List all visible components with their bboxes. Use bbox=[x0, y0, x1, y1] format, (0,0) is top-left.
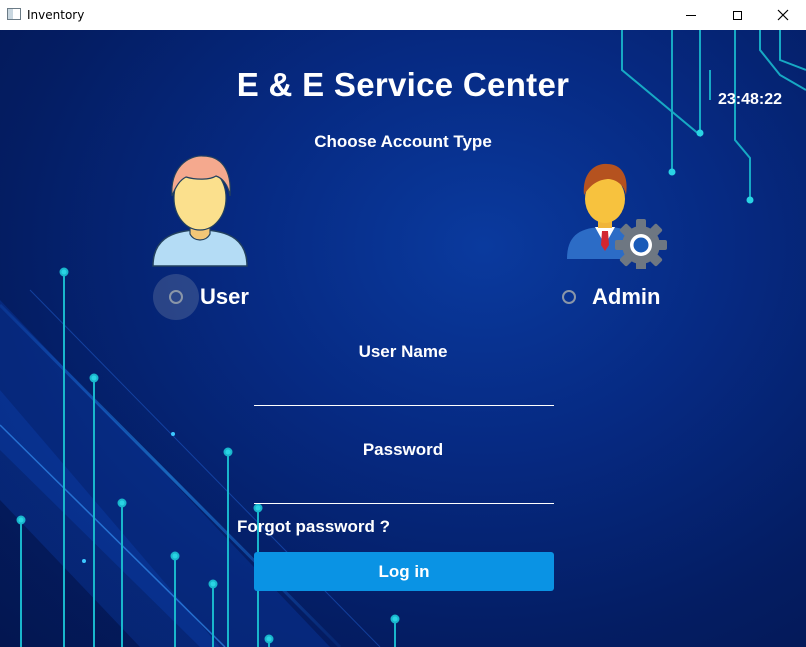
login-panel: E & E Service Center 23:48:22 Choose Acc… bbox=[0, 30, 806, 647]
user-radio-label[interactable]: User bbox=[200, 284, 249, 310]
minimize-button[interactable] bbox=[668, 0, 714, 30]
username-input[interactable] bbox=[254, 379, 554, 406]
clock: 23:48:22 bbox=[718, 91, 783, 108]
password-input[interactable] bbox=[254, 477, 554, 504]
admin-radio-button[interactable] bbox=[562, 290, 576, 304]
admin-radio-label[interactable]: Admin bbox=[592, 284, 660, 310]
admin-avatar-gear-icon bbox=[567, 163, 667, 269]
window-titlebar: Inventory bbox=[0, 0, 806, 30]
maximize-button[interactable] bbox=[714, 0, 760, 30]
minimize-icon bbox=[686, 14, 696, 16]
user-radio-button[interactable] bbox=[169, 290, 183, 304]
username-label: User Name bbox=[358, 342, 448, 361]
window-title: Inventory bbox=[27, 8, 85, 22]
app-title: E & E Service Center bbox=[236, 66, 570, 103]
user-avatar-icon bbox=[152, 155, 248, 267]
close-icon bbox=[777, 9, 789, 21]
maximize-icon bbox=[732, 10, 742, 20]
password-label: Password bbox=[362, 440, 444, 459]
forgot-password-link[interactable]: Forgot password ? bbox=[237, 517, 390, 537]
app-window-icon bbox=[7, 8, 21, 20]
login-button[interactable]: Log in bbox=[254, 552, 554, 591]
close-button[interactable] bbox=[760, 0, 806, 30]
account-type-prompt: Choose Account Type bbox=[314, 132, 492, 151]
